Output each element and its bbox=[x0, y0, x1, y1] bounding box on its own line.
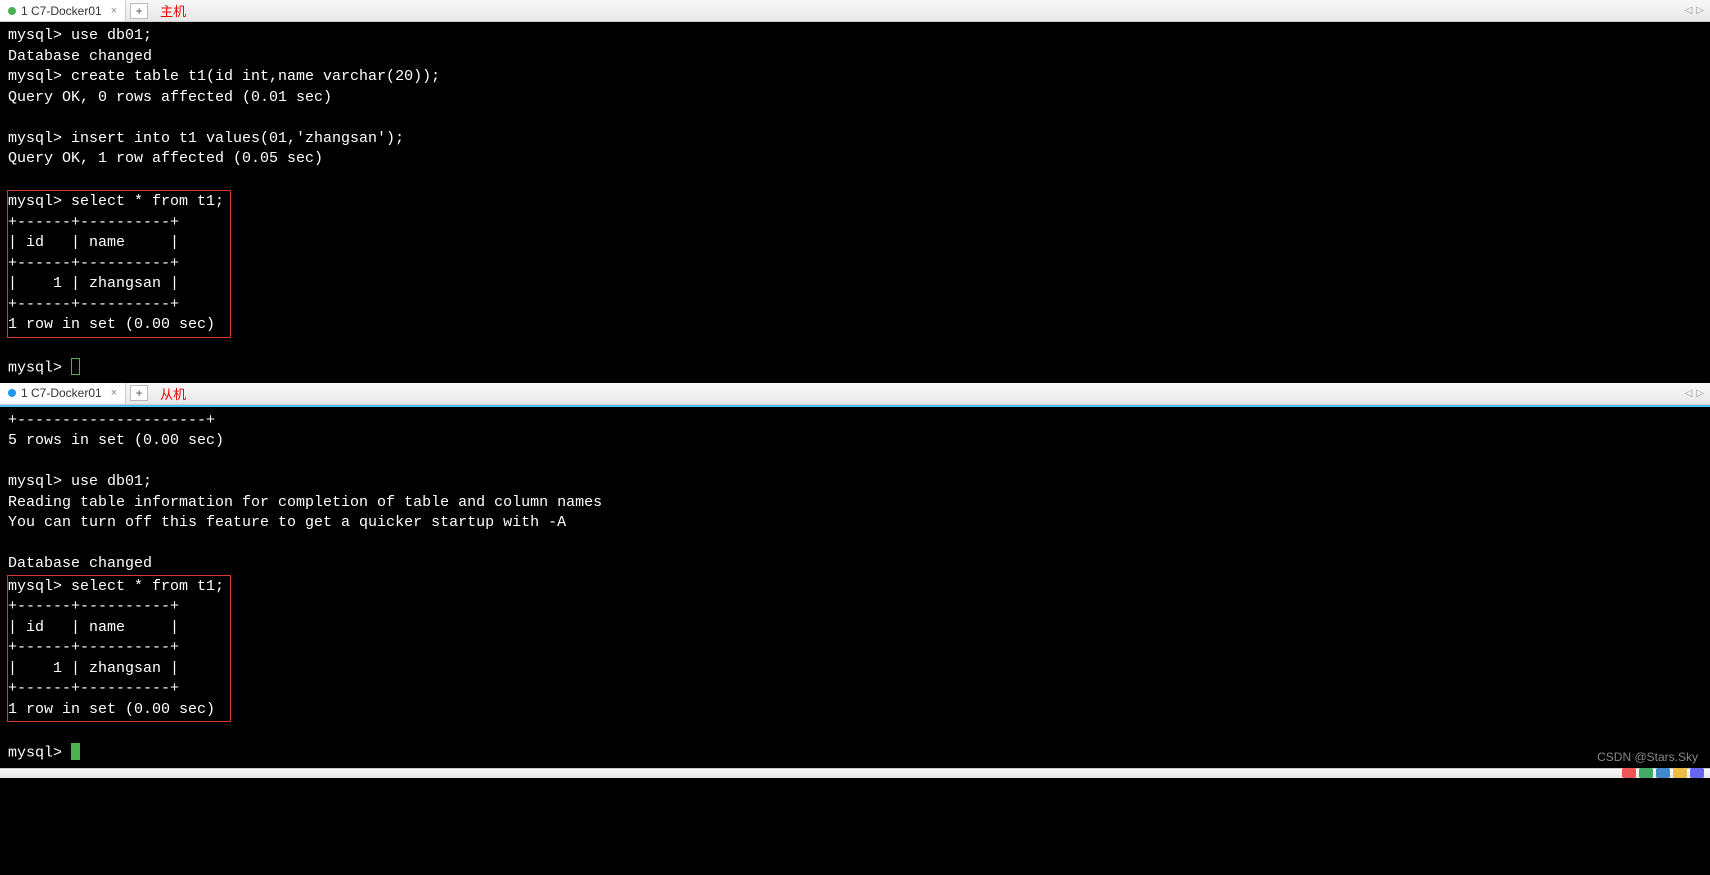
tray-icon[interactable] bbox=[1656, 768, 1670, 778]
cursor-icon bbox=[71, 358, 80, 375]
tray-icons bbox=[1622, 768, 1704, 778]
top-annotation-label: 主机 bbox=[160, 1, 186, 20]
close-icon[interactable]: × bbox=[111, 387, 117, 399]
top-terminal[interactable]: mysql> use db01; Database changed mysql>… bbox=[0, 22, 1710, 383]
nav-right-icon[interactable]: ▷ bbox=[1696, 388, 1704, 399]
tray-icon[interactable] bbox=[1622, 768, 1636, 778]
bottom-tab-title: 1 C7-Docker01 bbox=[21, 386, 102, 400]
tab-status-dot-icon bbox=[8, 389, 16, 397]
bottom-boxed-output: mysql> select * from t1; +------+-------… bbox=[8, 578, 224, 718]
top-highlight-box: mysql> select * from t1; +------+-------… bbox=[7, 190, 231, 338]
tray-icon[interactable] bbox=[1690, 768, 1704, 778]
add-tab-button[interactable]: + bbox=[130, 3, 148, 19]
top-prompt: mysql> bbox=[8, 359, 71, 376]
bottom-tab-bar: 1 C7-Docker01 × + 从机 ◁ ▷ bbox=[0, 383, 1710, 405]
top-terminal-output-before: mysql> use db01; Database changed mysql>… bbox=[8, 27, 440, 167]
cursor-icon bbox=[71, 743, 80, 760]
bottom-terminal[interactable]: +---------------------+ 5 rows in set (0… bbox=[0, 407, 1710, 768]
tab-nav-arrows: ◁ ▷ bbox=[1685, 5, 1704, 16]
tray-icon[interactable] bbox=[1673, 768, 1687, 778]
nav-left-icon[interactable]: ◁ bbox=[1685, 388, 1693, 399]
watermark: CSDN @Stars.Sky bbox=[1597, 750, 1698, 764]
bottom-terminal-output-before: +---------------------+ 5 rows in set (0… bbox=[8, 412, 602, 573]
top-boxed-output: mysql> select * from t1; +------+-------… bbox=[8, 193, 224, 333]
top-pane: 1 C7-Docker01 × + 主机 ◁ ▷ mysql> use db01… bbox=[0, 0, 1710, 383]
bottom-taskbar bbox=[0, 768, 1710, 778]
top-tab-bar: 1 C7-Docker01 × + 主机 ◁ ▷ bbox=[0, 0, 1710, 22]
tab-nav-arrows: ◁ ▷ bbox=[1685, 388, 1704, 399]
nav-right-icon[interactable]: ▷ bbox=[1696, 5, 1704, 16]
tab-status-dot-icon bbox=[8, 7, 16, 15]
bottom-highlight-box: mysql> select * from t1; +------+-------… bbox=[7, 575, 231, 723]
top-tab[interactable]: 1 C7-Docker01 × bbox=[0, 0, 126, 21]
bottom-prompt: mysql> bbox=[8, 744, 71, 761]
bottom-pane: 1 C7-Docker01 × + 从机 ◁ ▷ +--------------… bbox=[0, 383, 1710, 768]
bottom-tab[interactable]: 1 C7-Docker01 × bbox=[0, 383, 126, 404]
nav-left-icon[interactable]: ◁ bbox=[1685, 5, 1693, 16]
top-tab-title: 1 C7-Docker01 bbox=[21, 4, 102, 18]
add-tab-button[interactable]: + bbox=[130, 385, 148, 401]
tray-icon[interactable] bbox=[1639, 768, 1653, 778]
bottom-annotation-label: 从机 bbox=[160, 384, 186, 403]
close-icon[interactable]: × bbox=[111, 5, 117, 17]
